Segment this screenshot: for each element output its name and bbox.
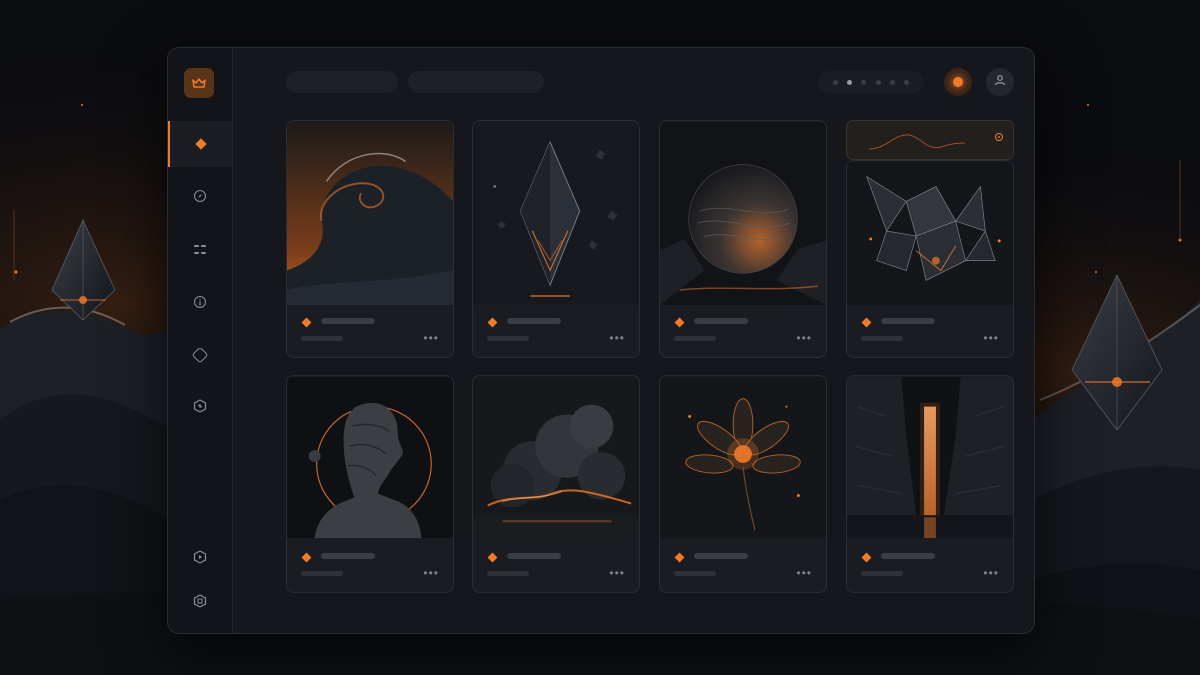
page-dot[interactable] <box>861 79 867 85</box>
gallery-card[interactable]: ••• <box>286 120 454 358</box>
more-options-button[interactable]: ••• <box>983 567 999 579</box>
card-meta: ••• <box>473 303 639 357</box>
card-title-placeholder <box>881 318 935 324</box>
page-dot[interactable] <box>875 79 881 85</box>
search-field-placeholder[interactable] <box>286 71 398 93</box>
more-options-button[interactable]: ••• <box>796 332 812 344</box>
page-dot[interactable] <box>889 79 895 85</box>
card-title-placeholder <box>507 318 561 324</box>
gallery-card[interactable]: ••• <box>472 120 640 358</box>
gallery-card[interactable]: ••• <box>472 375 640 593</box>
gallery-card[interactable]: ••• <box>846 375 1014 593</box>
gallery-card[interactable]: ••• <box>659 120 827 358</box>
info-icon <box>194 296 206 308</box>
card-meta: ••• <box>660 538 826 592</box>
grid-icon <box>194 243 206 255</box>
artwork-image <box>287 122 453 305</box>
sidebar-item-grid[interactable] <box>168 226 232 272</box>
sidebar-item-settings[interactable] <box>168 580 232 626</box>
diamond-icon <box>674 317 685 328</box>
more-options-button[interactable]: ••• <box>983 332 999 344</box>
artwork-image <box>847 161 1013 306</box>
more-options-button[interactable]: ••• <box>796 567 812 579</box>
card-subtitle-placeholder <box>861 571 903 576</box>
sidebar-item-cube[interactable] <box>168 385 232 431</box>
diamond-icon <box>487 552 498 563</box>
user-button[interactable] <box>986 68 1014 96</box>
diamond-icon <box>861 552 872 563</box>
diamond-icon <box>301 317 312 328</box>
card-title-placeholder <box>507 553 561 559</box>
card-subtitle-placeholder <box>301 571 343 576</box>
more-options-button[interactable]: ••• <box>423 332 439 344</box>
crown-icon[interactable] <box>184 68 214 98</box>
gallery-card[interactable]: ••• <box>286 375 454 593</box>
card-title-placeholder <box>321 318 375 324</box>
diamond-icon <box>301 552 312 563</box>
sidebar-item-info[interactable] <box>168 279 232 325</box>
cube-icon <box>193 398 207 418</box>
card-meta: ••• <box>847 538 1013 592</box>
card-subtitle-placeholder <box>674 571 716 576</box>
page-dot-active[interactable] <box>847 79 853 85</box>
settings-icon <box>193 593 207 613</box>
sidebar-item-explore[interactable] <box>168 173 232 219</box>
app-window: ••• ••• ••• ••• ••• ••• ••• ••• <box>167 47 1035 634</box>
card-meta: ••• <box>847 303 1013 357</box>
waveform-widget[interactable] <box>846 120 1014 160</box>
gallery-card[interactable]: ••• <box>659 375 827 593</box>
artwork-image <box>660 122 826 305</box>
compass-icon <box>194 190 206 202</box>
page-dot[interactable] <box>903 79 909 85</box>
artwork-image <box>847 376 1013 539</box>
sidebar-item-collection[interactable] <box>168 121 232 167</box>
record-button[interactable] <box>944 68 972 96</box>
user-icon <box>994 73 1006 91</box>
card-subtitle-placeholder <box>674 336 716 341</box>
sidebar-item-play[interactable] <box>168 536 232 582</box>
card-meta: ••• <box>287 538 453 592</box>
card-meta: ••• <box>660 303 826 357</box>
card-meta: ••• <box>287 303 453 357</box>
hexagon-icon <box>191 346 209 364</box>
play-icon <box>193 549 207 569</box>
card-subtitle-placeholder <box>487 336 529 341</box>
card-meta: ••• <box>473 538 639 592</box>
sidebar-item-hexagon[interactable] <box>168 332 232 378</box>
artwork-image <box>660 376 826 539</box>
pagination-dots[interactable] <box>818 71 924 93</box>
sidebar <box>168 48 233 633</box>
artwork-image <box>287 376 453 539</box>
diamond-icon <box>195 138 207 150</box>
card-subtitle-placeholder <box>487 571 529 576</box>
artwork-image <box>473 376 639 539</box>
card-title-placeholder <box>694 318 748 324</box>
card-subtitle-placeholder <box>301 336 343 341</box>
gallery-card[interactable]: ••• <box>846 160 1014 358</box>
more-options-button[interactable]: ••• <box>609 567 625 579</box>
card-subtitle-placeholder <box>861 336 903 341</box>
page-dot[interactable] <box>833 79 839 85</box>
more-options-button[interactable]: ••• <box>423 567 439 579</box>
card-title-placeholder <box>321 553 375 559</box>
target-icon <box>995 133 1003 141</box>
more-options-button[interactable]: ••• <box>609 332 625 344</box>
record-icon <box>953 77 963 87</box>
diamond-icon <box>861 317 872 328</box>
card-title-placeholder <box>881 553 935 559</box>
diamond-icon <box>487 317 498 328</box>
filter-field-placeholder[interactable] <box>408 71 544 93</box>
diamond-icon <box>674 552 685 563</box>
card-title-placeholder <box>694 553 748 559</box>
artwork-image <box>473 122 639 305</box>
